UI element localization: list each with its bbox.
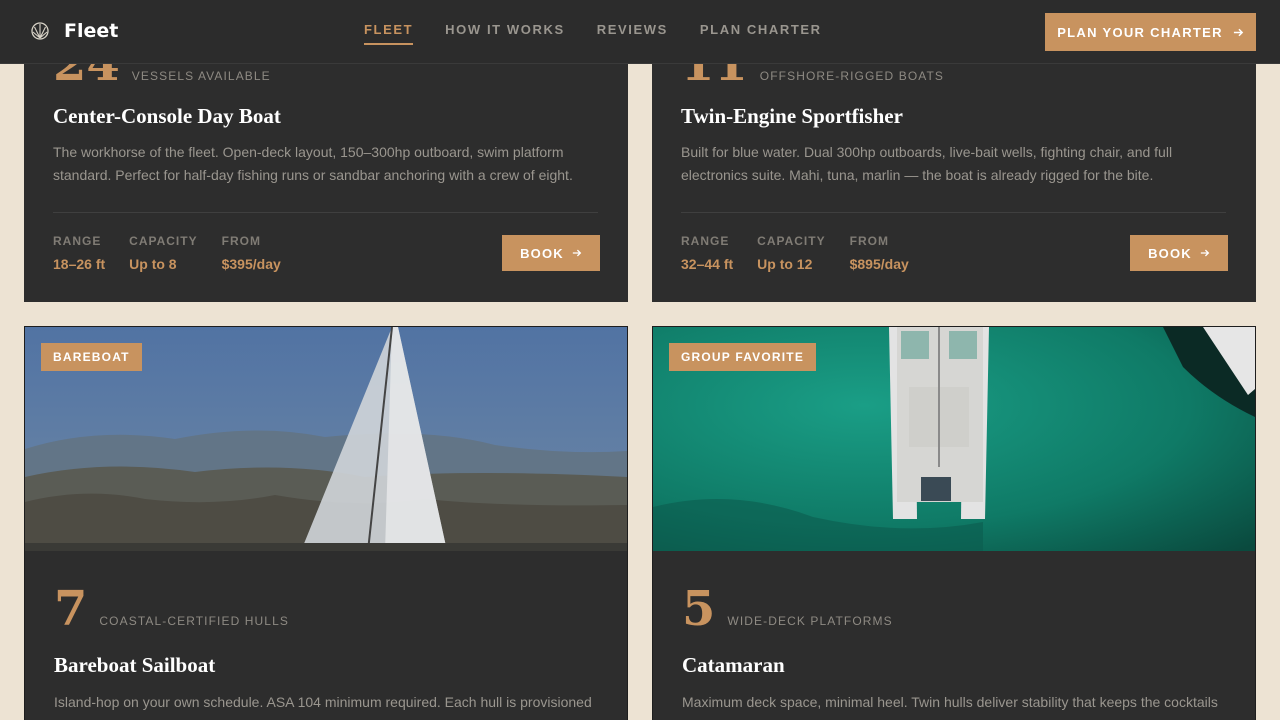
stat-number: 7 [54, 581, 88, 637]
spec-value: 18–26 ft [53, 256, 106, 272]
catamaran-photo: GROUP FAVORITE [653, 327, 1255, 551]
plan-charter-label: PLAN YOUR CHARTER [1057, 24, 1223, 40]
fleet-card-bareboat-sailboat: BAREBOAT 7 COASTAL-CERTIFIED HULLS Bareb… [24, 326, 628, 720]
shell-icon [31, 22, 49, 40]
stat-label: VESSELS AVAILABLE [131, 69, 271, 83]
arrow-right-icon [572, 249, 582, 257]
spec-label: CAPACITY [129, 234, 198, 248]
sailboat-photo: BAREBOAT [25, 327, 627, 551]
nav-link-fleet[interactable]: FLEET [364, 22, 414, 45]
book-label: BOOK [1148, 245, 1192, 261]
spec-capacity: CAPACITY Up to 12 [757, 234, 825, 272]
brand-name: Fleet [64, 20, 119, 42]
spec-price: FROM $395/day [222, 234, 281, 272]
book-button[interactable]: BOOK [1130, 235, 1228, 271]
spec-label: RANGE [53, 234, 102, 248]
stat-row: 5 WIDE-DECK PLATFORMS [682, 585, 893, 633]
card-divider [681, 212, 1226, 213]
card-title: Twin-Engine Sportfisher [681, 104, 903, 128]
fleet-card-catamaran: GROUP FAVORITE 5 WIDE-DECK PLATFORMS Cat… [652, 326, 1256, 720]
nav-link-plan-charter[interactable]: PLAN CHARTER [700, 22, 822, 45]
top-navbar: Fleet FLEET HOW IT WORKS REVIEWS PLAN CH… [0, 0, 1280, 64]
spec-value: Up to 12 [757, 256, 813, 272]
spec-list: RANGE 18–26 ft CAPACITY Up to 8 FROM $395/d… [53, 234, 281, 272]
stat-label: OFFSHORE-RIGGED BOATS [759, 69, 945, 83]
spec-label: FROM [221, 234, 261, 248]
book-button[interactable]: BOOK [502, 235, 600, 271]
card-title: Catamaran [682, 653, 785, 677]
spec-label: CAPACITY [757, 234, 826, 248]
card-divider [53, 212, 598, 213]
stat-label: WIDE-DECK PLATFORMS [727, 614, 893, 628]
spec-value: 32–44 ft [681, 256, 734, 272]
card-badge: GROUP FAVORITE [669, 343, 817, 371]
spec-list: RANGE 32–44 ft CAPACITY Up to 12 FROM $895/… [681, 234, 909, 272]
card-description: Maximum deck space, minimal heel. Twin h… [682, 694, 1218, 710]
card-badge: BAREBOAT [41, 343, 142, 371]
arrow-right-icon [1233, 28, 1244, 36]
stat-number: 5 [682, 581, 716, 637]
card-description: Built for blue water. Dual 300hp outboar… [681, 144, 1173, 183]
spec-price: FROM $895/day [850, 234, 909, 272]
spec-label: FROM [849, 234, 889, 248]
card-title: Center-Console Day Boat [53, 104, 281, 128]
spec-label: RANGE [681, 234, 730, 248]
stat-row: 7 COASTAL-CERTIFIED HULLS [54, 585, 289, 633]
brand-link[interactable]: Fleet [30, 20, 118, 42]
spec-value: $895/day [849, 256, 909, 272]
nav-link-how-it-works[interactable]: HOW IT WORKS [445, 22, 565, 45]
plan-charter-button[interactable]: PLAN YOUR CHARTER [1045, 13, 1256, 51]
stat-label: COASTAL-CERTIFIED HULLS [99, 614, 289, 628]
card-description: Island-hop on your own schedule. ASA 104… [54, 694, 592, 710]
nav-link-reviews[interactable]: REVIEWS [597, 22, 668, 45]
spec-capacity: CAPACITY Up to 8 [129, 234, 197, 272]
spec-range: RANGE 18–26 ft [53, 234, 105, 272]
spec-range: RANGE 32–44 ft [681, 234, 733, 272]
book-label: BOOK [520, 245, 564, 261]
arrow-right-icon [1200, 249, 1210, 257]
card-title: Bareboat Sailboat [54, 653, 216, 677]
main-nav: FLEET HOW IT WORKS REVIEWS PLAN CHARTER [364, 22, 822, 45]
spec-value: Up to 8 [129, 256, 177, 272]
spec-value: $395/day [221, 256, 281, 272]
card-description: The workhorse of the fleet. Open-deck la… [53, 144, 573, 183]
